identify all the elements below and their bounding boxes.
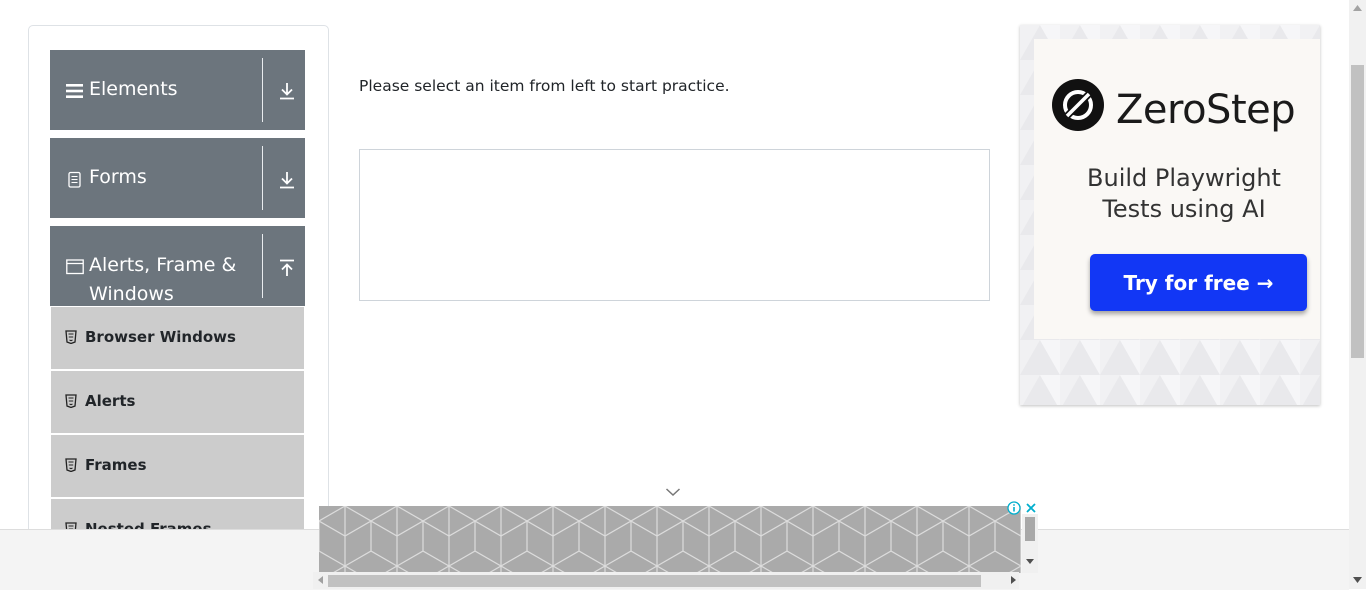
scroll-right-arrow-icon[interactable]: [1011, 576, 1017, 584]
scroll-up-arrow-icon[interactable]: [1353, 5, 1362, 11]
group-label-line2: Windows: [89, 283, 174, 305]
download-arrow-icon[interactable]: [277, 81, 297, 101]
document-icon: [68, 171, 81, 188]
scrollbar-thumb[interactable]: [1025, 517, 1035, 541]
page-scrollbar[interactable]: [1349, 0, 1366, 589]
menu-item-label: Alerts: [85, 392, 136, 410]
download-arrow-icon[interactable]: [277, 170, 297, 190]
adchoices-icon[interactable]: [1007, 501, 1021, 515]
group-header-alerts-frame-windows[interactable]: Alerts, Frame & Windows: [50, 226, 305, 306]
practice-area: [359, 149, 990, 301]
menu-item-label: Browser Windows: [85, 328, 236, 346]
menu-item-label: Frames: [85, 456, 147, 474]
ad-horizontal-scrollbar[interactable]: [313, 572, 1019, 589]
bottom-ad[interactable]: [319, 506, 1021, 573]
scrollbar-thumb[interactable]: [1351, 65, 1364, 358]
ad-cta-button[interactable]: Try for free →: [1090, 254, 1307, 311]
menu-item-frames[interactable]: Frames: [51, 435, 304, 499]
group-label: Alerts, Frame &: [89, 254, 237, 276]
menu-item-browser-windows[interactable]: Browser Windows: [51, 307, 304, 371]
ad-headline-line2: Tests using AI: [1102, 195, 1266, 223]
group-header-forms[interactable]: Forms: [50, 138, 305, 218]
practice-instruction: Please select an item from left to start…: [359, 77, 730, 95]
left-panel: Elements Forms Alerts, Frame & Windows B…: [28, 25, 329, 567]
group-label: Forms: [89, 166, 147, 188]
scroll-left-arrow-icon[interactable]: [317, 576, 323, 584]
group-header-elements[interactable]: Elements: [50, 50, 305, 130]
ad-headline-line1: Build Playwright: [1087, 164, 1281, 192]
divider: [262, 146, 263, 210]
scroll-down-arrow-icon[interactable]: [1353, 577, 1362, 583]
menu-item-alerts[interactable]: Alerts: [51, 371, 304, 435]
window-icon: [66, 259, 84, 275]
group-label: Elements: [89, 78, 178, 100]
zerostep-logo-icon: [1052, 79, 1104, 131]
close-icon[interactable]: [1025, 502, 1037, 514]
ad-card[interactable]: ZeroStep Build Playwright Tests using AI…: [1034, 39, 1320, 339]
ad-vertical-scrollbar[interactable]: [1022, 514, 1038, 573]
html5-icon: [65, 394, 77, 408]
upload-arrow-icon[interactable]: [277, 258, 297, 278]
chevron-down-icon[interactable]: [665, 487, 681, 497]
ad-brand: ZeroStep: [1116, 87, 1296, 133]
hamburger-icon: [66, 84, 83, 98]
divider: [262, 234, 263, 298]
ad-banner[interactable]: ZeroStep Build Playwright Tests using AI…: [1020, 25, 1320, 405]
html5-icon: [65, 458, 77, 472]
ad-headline: Build Playwright Tests using AI: [1034, 163, 1320, 225]
scrollbar-thumb[interactable]: [328, 575, 981, 587]
divider: [262, 58, 263, 122]
ad-background-pattern: [319, 506, 1021, 573]
scroll-down-arrow-icon[interactable]: [1026, 559, 1034, 565]
html5-icon: [65, 330, 77, 344]
